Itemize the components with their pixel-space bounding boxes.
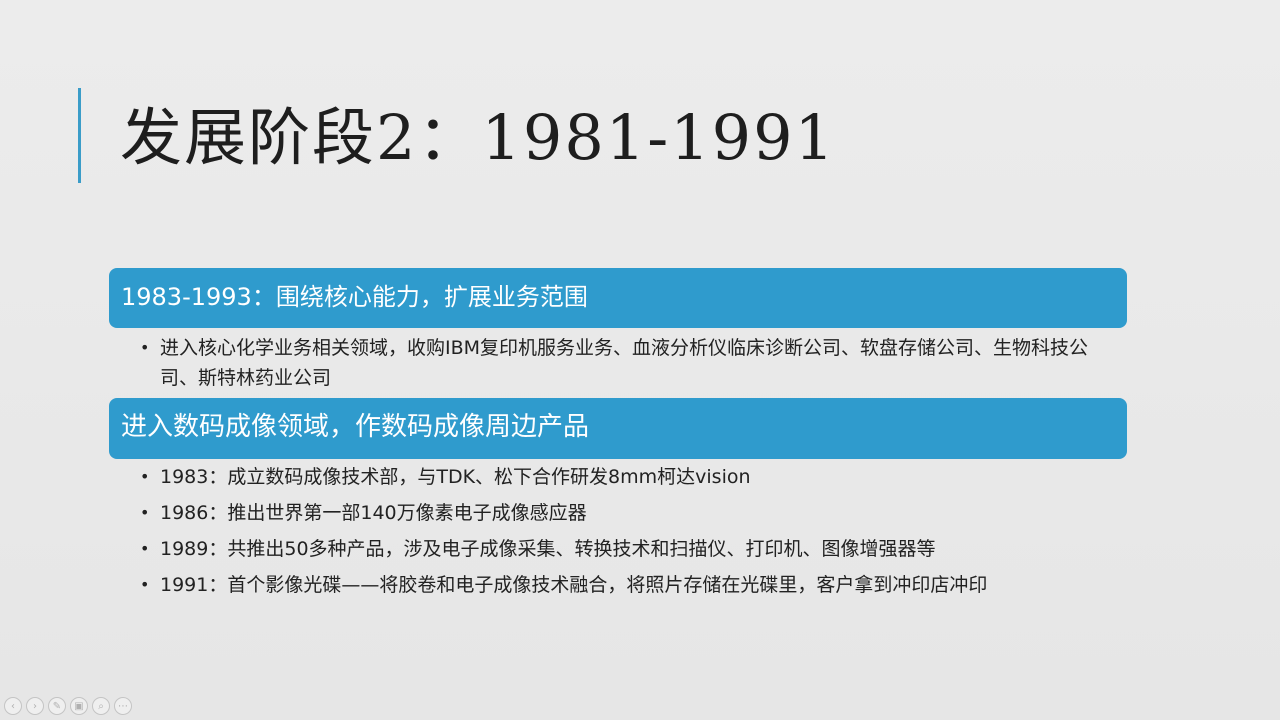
bullet-icon: • xyxy=(140,539,150,558)
list-item: • 1983：成立数码成像技术部，与TDK、松下合作研发8mm柯达vision xyxy=(138,462,1098,492)
list-item: • 进入核心化学业务相关领域，收购IBM复印机服务业务、血液分析仪临床诊断公司、… xyxy=(138,333,1098,393)
bullet-icon: • xyxy=(140,467,150,486)
section-heading-digital-imaging: 进入数码成像领域，作数码成像周边产品 xyxy=(109,398,1127,459)
section-heading-business-expansion: 1983-1993：围绕核心能力，扩展业务范围 xyxy=(109,268,1127,328)
next-slide-button[interactable]: › xyxy=(26,697,44,715)
digital-imaging-timeline: • 1983：成立数码成像技术部，与TDK、松下合作研发8mm柯达vision … xyxy=(138,462,1098,606)
bullet-icon: • xyxy=(140,503,150,522)
list-item-text: 1991：首个影像光碟——将胶卷和电子成像技术融合，将照片存储在光碟里，客户拿到… xyxy=(160,574,988,596)
bullet-icon: • xyxy=(140,575,150,594)
slide-sorter-button[interactable]: ▣ xyxy=(70,697,88,715)
list-item-text: 1986：推出世界第一部140万像素电子成像感应器 xyxy=(160,502,587,524)
bullet-icon: • xyxy=(140,338,150,357)
zoom-button[interactable]: ⌕ xyxy=(92,697,110,715)
previous-slide-button[interactable]: ‹ xyxy=(4,697,22,715)
list-item: • 1989：共推出50多种产品，涉及电子成像采集、转换技术和扫描仪、打印机、图… xyxy=(138,534,1098,564)
pen-tool-button[interactable]: ✎ xyxy=(48,697,66,715)
business-expansion-list: • 进入核心化学业务相关领域，收购IBM复印机服务业务、血液分析仪临床诊断公司、… xyxy=(138,333,1098,393)
presentation-slide: 发展阶段2：1981-1991 1983-1993：围绕核心能力，扩展业务范围 … xyxy=(0,0,1280,720)
slideshow-toolbar: ‹ › ✎ ▣ ⌕ ⋯ xyxy=(4,697,132,715)
title-accent-bar xyxy=(78,88,81,183)
list-item: • 1991：首个影像光碟——将胶卷和电子成像技术融合，将照片存储在光碟里，客户… xyxy=(138,570,1098,600)
slide-title: 发展阶段2：1981-1991 xyxy=(120,101,836,174)
list-item: • 1986：推出世界第一部140万像素电子成像感应器 xyxy=(138,498,1098,528)
list-item-text: 1989：共推出50多种产品，涉及电子成像采集、转换技术和扫描仪、打印机、图像增… xyxy=(160,538,936,560)
more-options-button[interactable]: ⋯ xyxy=(114,697,132,715)
list-item-text: 1983：成立数码成像技术部，与TDK、松下合作研发8mm柯达vision xyxy=(160,466,751,488)
list-item-text: 进入核心化学业务相关领域，收购IBM复印机服务业务、血液分析仪临床诊断公司、软盘… xyxy=(160,337,1089,389)
